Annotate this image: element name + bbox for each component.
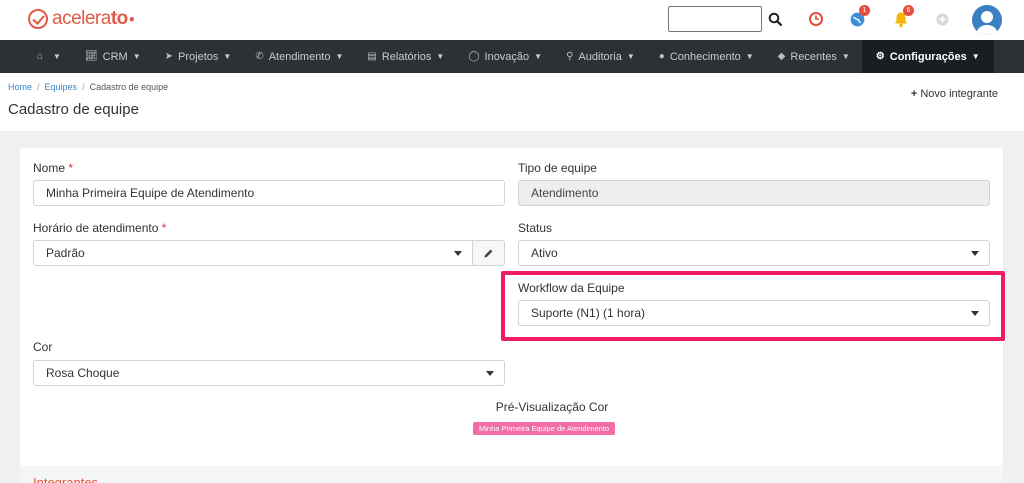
members-section-header — [20, 466, 1003, 483]
nav-label: Conhecimento — [669, 50, 741, 63]
nav-label: Configurações — [889, 50, 967, 63]
chevron-down-icon: ▼ — [971, 52, 980, 61]
schedule-select[interactable]: Padrão — [33, 240, 473, 266]
members-section-title: Integrantes — [33, 475, 99, 483]
chevron-down-icon: ▼ — [745, 52, 754, 61]
chevron-down-icon — [454, 251, 462, 256]
chart-icon: 📈︎ — [84, 51, 98, 62]
pencil-icon — [484, 249, 493, 258]
schedule-value: Padrão — [46, 246, 85, 260]
breadcrumb-home[interactable]: Home — [8, 82, 32, 92]
chevron-down-icon — [971, 251, 979, 256]
document-icon: ▤ — [367, 51, 377, 62]
nav-item-home[interactable]: ⌂ ▼ — [25, 40, 73, 73]
nav-item-atendimento[interactable]: ✆ Atendimento ▼ — [243, 40, 355, 73]
globe-icon[interactable]: 1 — [846, 5, 870, 30]
chevron-down-icon: ▼ — [132, 52, 141, 61]
breadcrumb: Home / Equipes / Cadastro de equipe — [8, 82, 168, 92]
status-value: Ativo — [531, 246, 558, 260]
nav-item-auditoria[interactable]: ⚲ Auditoria ▼ — [554, 40, 647, 73]
user-avatar[interactable] — [972, 5, 1002, 35]
home-icon: ⌂ — [37, 51, 44, 62]
new-member-label: Novo integrante — [920, 88, 998, 100]
status-label: Status — [518, 221, 553, 235]
nav-label: Relatórios — [381, 50, 432, 63]
nav-label: Inovação — [484, 50, 530, 63]
color-label: Cor — [33, 340, 53, 354]
nav-label: Projetos — [178, 50, 219, 63]
nav-label: CRM — [102, 50, 128, 63]
team-type-input: Atendimento — [518, 180, 990, 206]
main-navbar: ⌂ ▼ 📈︎ CRM ▼ ➤ Projetos ▼ ✆ Atendimento ▼ ▤ Rela… — [0, 40, 1024, 73]
breadcrumb-teams[interactable]: Equipes — [45, 82, 78, 92]
send-icon: ➤ — [164, 51, 174, 62]
nav-item-recentes[interactable]: ◆ Recentes ▼ — [766, 40, 862, 73]
add-circle-icon[interactable] — [931, 8, 953, 30]
nav-item-projetos[interactable]: ➤ Projetos ▼ — [153, 40, 244, 73]
chevron-down-icon: ▼ — [335, 52, 344, 61]
team-type-label: Tipo de equipe — [518, 161, 597, 175]
logo-check-icon — [28, 9, 48, 29]
chevron-down-icon: ▼ — [534, 52, 543, 61]
logo[interactable]: acelerato ● — [28, 8, 135, 30]
chevron-down-icon: ▼ — [436, 52, 445, 61]
nav-item-relatorios[interactable]: ▤ Relatórios ▼ — [355, 40, 456, 73]
name-label: Nome * — [33, 161, 74, 175]
chevron-down-icon: ▼ — [841, 52, 850, 61]
nav-item-configuracoes[interactable]: ⚙ Configurações ▼ — [861, 40, 994, 73]
color-preview-badge: Minha Primeira Equipe de Atendimento — [473, 422, 616, 435]
nav-item-crm[interactable]: 📈︎ CRM ▼ — [73, 40, 153, 73]
schedule-label: Horário de atendimento * — [33, 221, 167, 235]
bell-badge: 6 — [903, 5, 914, 16]
bell-icon[interactable]: 6 — [890, 5, 914, 30]
breadcrumb-current: Cadastro de equipe — [89, 82, 169, 92]
team-type-value: Atendimento — [531, 186, 599, 200]
nav-item-inovacao[interactable]: ◯ Inovação ▼ — [456, 40, 554, 73]
tag-icon: ◆ — [777, 51, 786, 62]
plus-icon: + — [910, 88, 918, 100]
chevron-down-icon: ▼ — [626, 52, 635, 61]
nav-label: Recentes — [790, 50, 837, 63]
chat-icon: ● — [658, 51, 665, 62]
color-select[interactable]: Rosa Choque — [33, 360, 505, 386]
edit-schedule-button[interactable] — [473, 240, 505, 266]
search-icon[interactable] — [764, 8, 786, 30]
logo-text: acelerato — [52, 8, 128, 29]
clock-icon[interactable] — [805, 8, 827, 30]
new-member-button[interactable]: + Novo integrante — [911, 88, 998, 100]
color-preview-label: Pré-Visualização Cor — [495, 400, 609, 414]
chevron-down-icon — [486, 371, 494, 376]
nav-label: Atendimento — [268, 50, 331, 63]
search-icon: ⚲ — [566, 51, 574, 62]
color-value: Rosa Choque — [46, 366, 120, 380]
page-title: Cadastro de equipe — [8, 101, 139, 118]
status-select[interactable]: Ativo — [518, 240, 990, 266]
chevron-down-icon: ▼ — [223, 52, 232, 61]
name-value: Minha Primeira Equipe de Atendimento — [46, 186, 255, 200]
gear-icon: ⚙ — [875, 51, 885, 62]
breadcrumb-separator: / — [82, 82, 85, 92]
lightbulb-icon: ◯ — [468, 51, 480, 62]
top-header: acelerato ● 1 6 — [0, 0, 1024, 40]
nav-item-conhecimento[interactable]: ● Conhecimento ▼ — [647, 40, 766, 73]
workflow-highlight — [501, 271, 1005, 341]
search-input[interactable] — [668, 6, 762, 32]
nav-label: Auditoria — [578, 50, 622, 63]
chevron-down-icon: ▼ — [53, 52, 61, 61]
breadcrumb-separator: / — [37, 82, 40, 92]
globe-badge: 1 — [859, 5, 870, 16]
name-input[interactable]: Minha Primeira Equipe de Atendimento — [33, 180, 505, 206]
phone-icon: ✆ — [255, 51, 264, 62]
logo-dot: ● — [128, 13, 135, 25]
